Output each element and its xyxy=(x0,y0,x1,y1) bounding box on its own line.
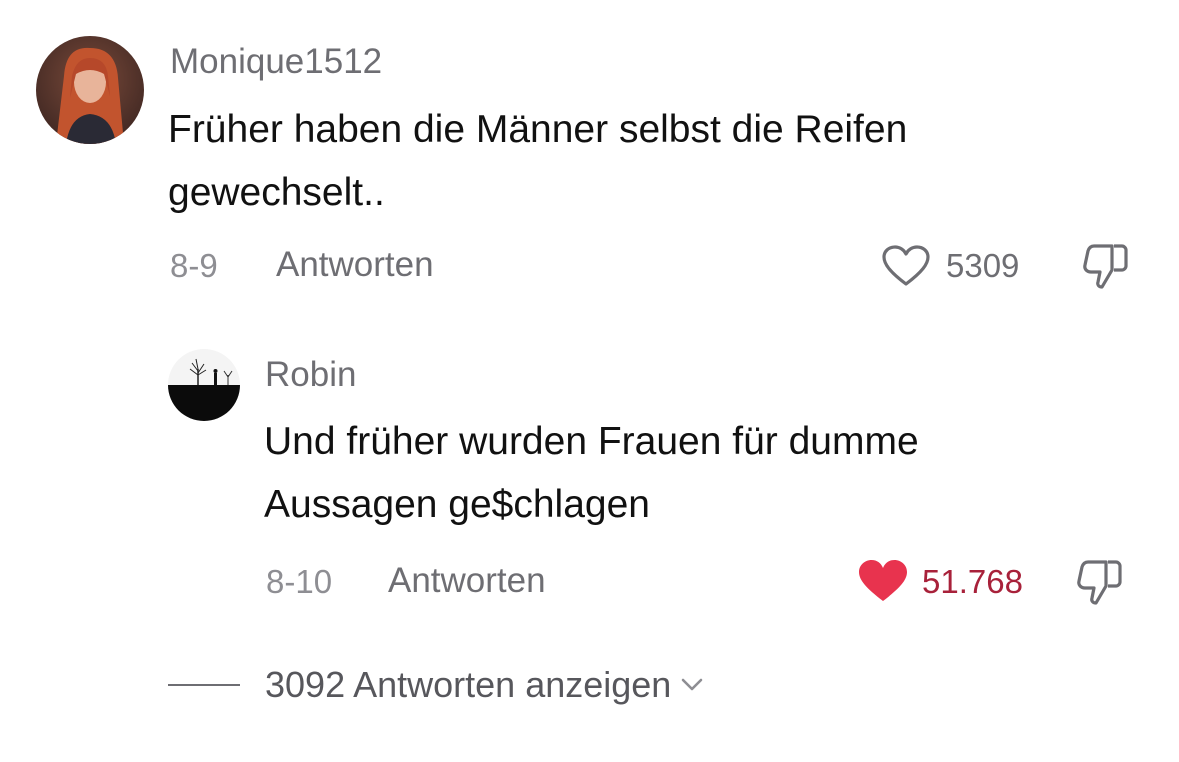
divider-line xyxy=(168,684,240,686)
comment-text-line: Und früher wurden Frauen für dumme xyxy=(264,420,919,463)
like-count: 5309 xyxy=(946,247,1020,284)
comment-username[interactable]: Monique1512 xyxy=(170,42,382,82)
chevron-down-icon xyxy=(682,678,703,691)
heart-filled-icon[interactable] xyxy=(856,558,910,609)
thumbs-down-icon[interactable] xyxy=(1082,240,1130,295)
avatar[interactable] xyxy=(36,36,144,144)
comment-date: 8-9 xyxy=(170,247,218,284)
heart-outline-icon[interactable] xyxy=(880,244,932,293)
view-replies-button[interactable]: 3092 Antworten anzeigen xyxy=(265,664,705,706)
comment-date: 8-10 xyxy=(266,563,333,600)
comment-text-line: Früher haben die Männer selbst die Reife… xyxy=(168,108,908,151)
avatar[interactable] xyxy=(168,349,240,421)
view-replies-label: 3092 Antworten anzeigen xyxy=(265,664,672,705)
like-count: 51.768 xyxy=(922,563,1023,600)
comment-text-line: gewechselt.. xyxy=(168,171,385,214)
reply-button[interactable]: Antworten xyxy=(388,561,546,601)
thumbs-down-icon[interactable] xyxy=(1076,556,1124,611)
comment-username[interactable]: Robin xyxy=(265,355,356,395)
comment-text-line: Aussagen ge$chlagen xyxy=(264,483,650,526)
reply-button[interactable]: Antworten xyxy=(276,245,434,285)
